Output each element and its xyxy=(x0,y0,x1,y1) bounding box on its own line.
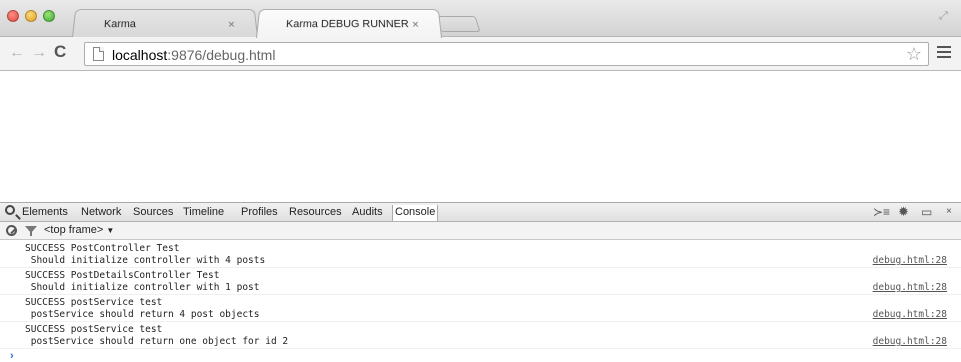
back-arrow-icon[interactable]: ← xyxy=(9,45,25,61)
clear-console-icon[interactable] xyxy=(6,225,17,236)
tab-karma[interactable]: Karma × xyxy=(72,9,258,38)
gear-icon[interactable]: ✹ xyxy=(898,204,909,220)
browser-toolbar: ← → C localhost:9876/debug.html ☆ xyxy=(0,37,961,71)
fullscreen-icon[interactable]: ⤢ xyxy=(939,10,951,22)
console-message: SUCCESS PostController Test Should initi… xyxy=(0,241,961,268)
console-prompt-icon[interactable]: › xyxy=(10,350,14,362)
tab-audits[interactable]: Audits xyxy=(352,206,383,218)
window-minimize-button[interactable] xyxy=(25,10,37,22)
forward-arrow-icon[interactable]: → xyxy=(31,45,47,61)
source-link[interactable]: debug.html:28 xyxy=(873,255,947,266)
frame-selector[interactable]: <top frame> ▼ xyxy=(44,224,114,236)
console-drawer-icon[interactable]: ≻≡ xyxy=(873,205,890,219)
url-host: localhost xyxy=(112,47,168,63)
console-filter-bar: <top frame> ▼ xyxy=(0,222,961,240)
source-link[interactable]: debug.html:28 xyxy=(873,336,947,347)
message-title: SUCCESS PostDetailsController Test xyxy=(25,270,220,281)
url-text[interactable]: localhost:9876/debug.html xyxy=(112,47,275,63)
message-title: SUCCESS PostController Test xyxy=(25,243,180,254)
filter-icon[interactable] xyxy=(25,226,37,236)
bookmark-star-icon[interactable]: ☆ xyxy=(906,44,922,65)
search-icon[interactable] xyxy=(5,205,15,215)
reload-icon[interactable]: C xyxy=(54,43,66,60)
devtools-tab-bar: Elements Network Sources Timeline Profil… xyxy=(0,203,961,222)
url-path: :9876/debug.html xyxy=(167,47,276,63)
tab-console[interactable]: Console xyxy=(392,205,439,221)
tab-sources[interactable]: Sources xyxy=(133,206,173,218)
message-title: SUCCESS postService test xyxy=(25,297,163,308)
tab-timeline[interactable]: Timeline xyxy=(183,206,224,218)
message-detail: postService should return one object for… xyxy=(25,336,289,347)
message-detail: postService should return 4 post objects xyxy=(25,309,260,320)
menu-icon[interactable] xyxy=(937,46,951,61)
tab-karma-debug-runner[interactable]: Karma DEBUG RUNNER × xyxy=(256,9,442,38)
address-bar[interactable]: localhost:9876/debug.html ☆ xyxy=(84,42,929,66)
console-message: SUCCESS PostDetailsController Test Shoul… xyxy=(0,268,961,295)
tab-close-icon[interactable]: × xyxy=(227,18,235,32)
new-tab-button[interactable] xyxy=(435,16,481,32)
close-devtools-icon[interactable]: × xyxy=(946,206,952,217)
tab-close-icon[interactable]: × xyxy=(411,18,419,32)
devtools-panel: Elements Network Sources Timeline Profil… xyxy=(0,202,961,362)
message-title: SUCCESS postService test xyxy=(25,324,163,335)
dock-icon[interactable]: ▭ xyxy=(921,205,932,219)
tab-label: Karma xyxy=(103,18,137,31)
chevron-down-icon: ▼ xyxy=(106,226,115,235)
console-log: SUCCESS PostController Test Should initi… xyxy=(0,241,961,349)
source-link[interactable]: debug.html:28 xyxy=(873,309,947,320)
tab-label: Karma DEBUG RUNNER xyxy=(285,18,410,31)
frame-selector-label: <top frame> xyxy=(44,224,104,236)
tab-profiles[interactable]: Profiles xyxy=(241,206,278,218)
message-detail: Should initialize controller with 4 post… xyxy=(25,255,266,266)
console-message: SUCCESS postService test postService sho… xyxy=(0,322,961,349)
page-content xyxy=(0,72,961,202)
console-message: SUCCESS postService test postService sho… xyxy=(0,295,961,322)
window-close-button[interactable] xyxy=(7,10,19,22)
tab-elements[interactable]: Elements xyxy=(22,206,68,218)
tab-network[interactable]: Network xyxy=(81,206,121,218)
message-detail: Should initialize controller with 1 post xyxy=(25,282,260,293)
tab-resources[interactable]: Resources xyxy=(289,206,342,218)
source-link[interactable]: debug.html:28 xyxy=(873,282,947,293)
window-maximize-button[interactable] xyxy=(43,10,55,22)
page-icon xyxy=(93,47,104,61)
tab-strip: Karma × Karma DEBUG RUNNER × ⤢ xyxy=(0,0,961,38)
